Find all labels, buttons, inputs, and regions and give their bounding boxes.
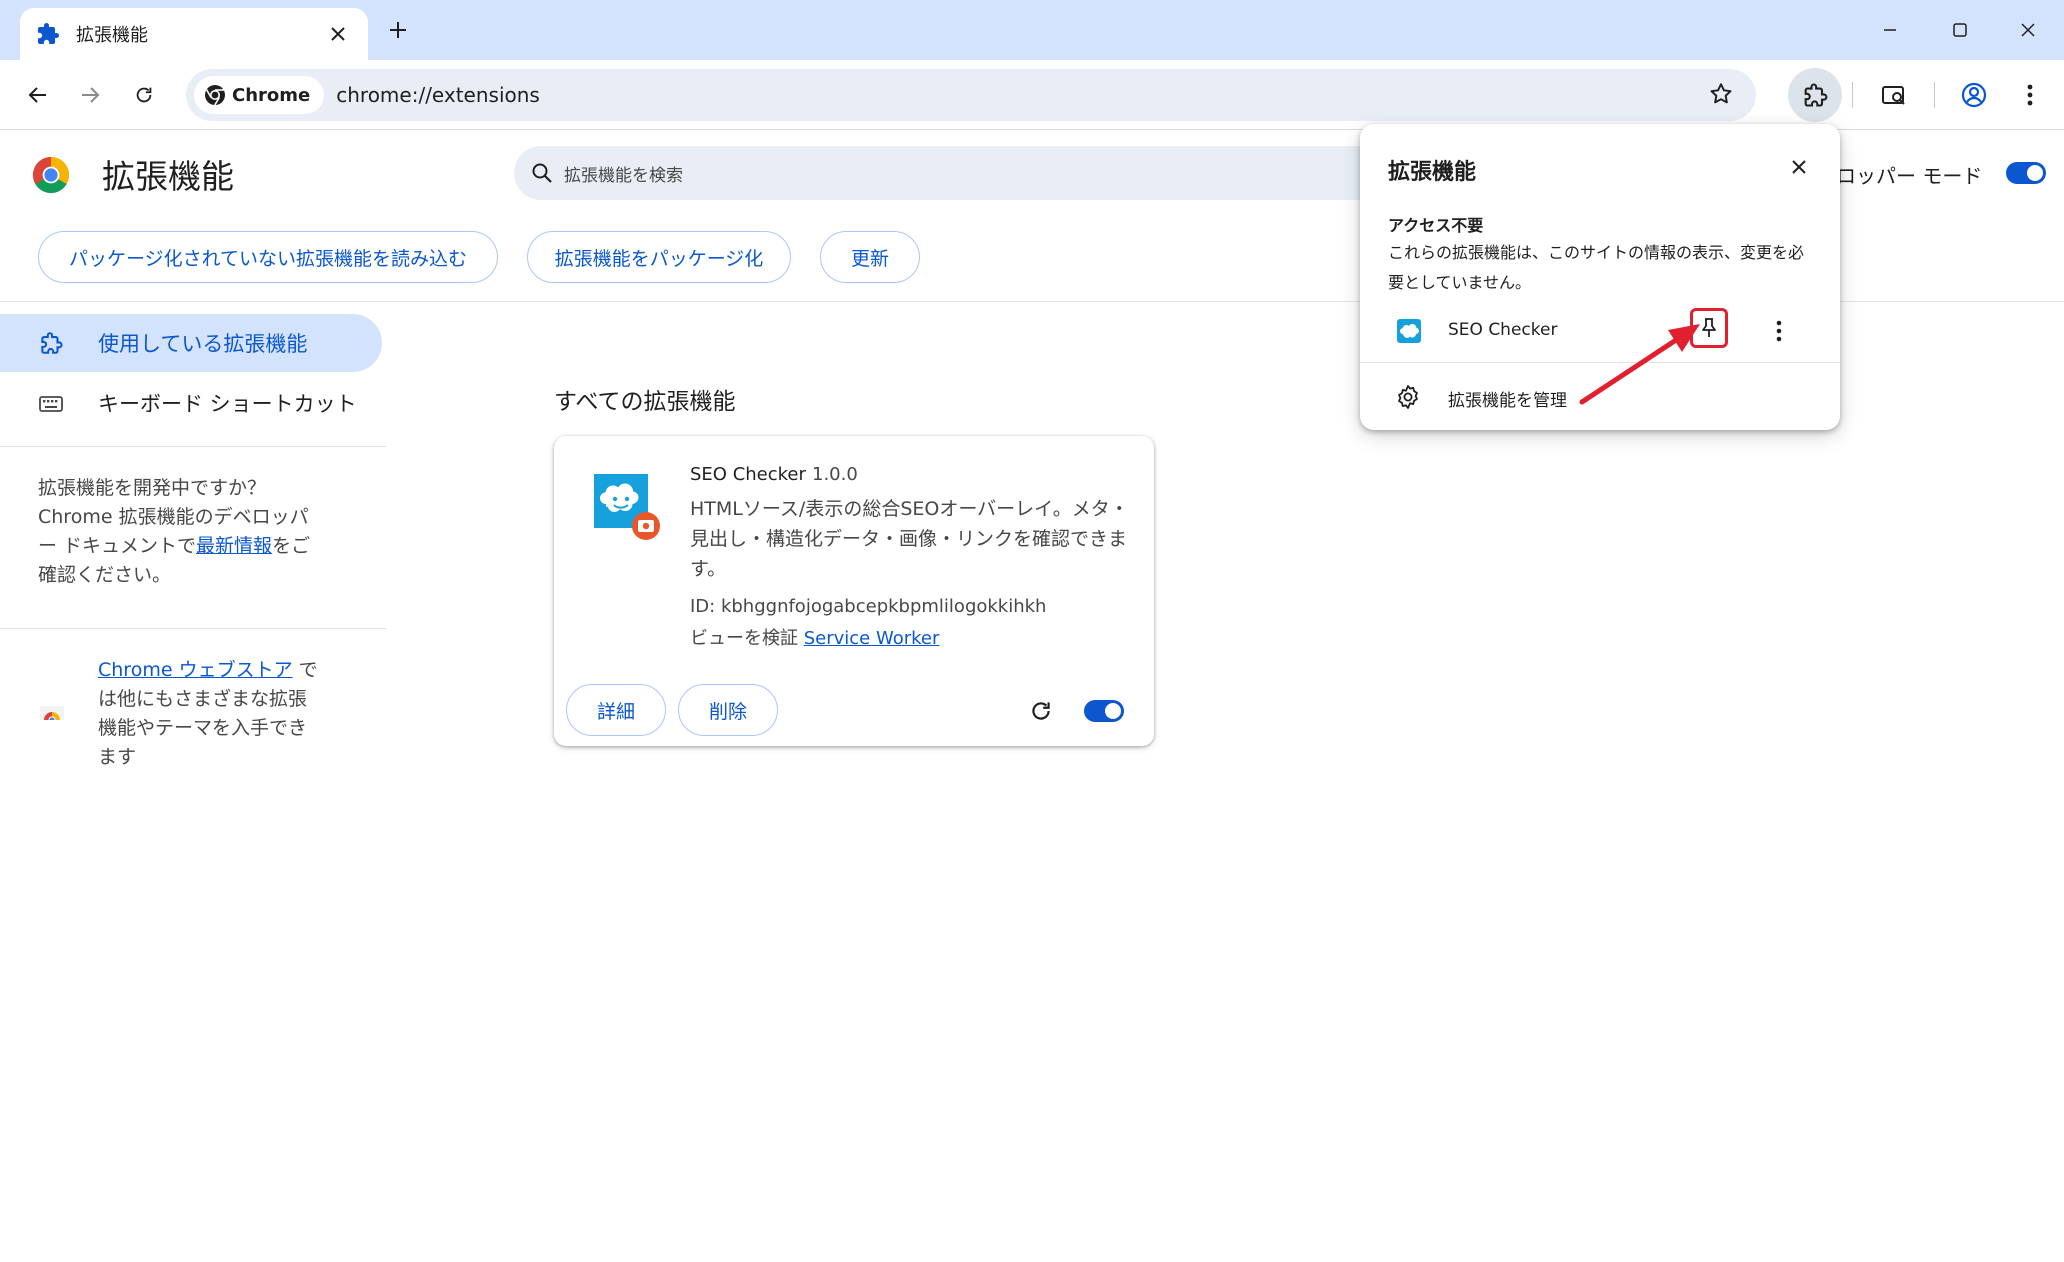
- reload-icon: [136, 87, 152, 103]
- section-title: すべての拡張機能: [554, 389, 736, 415]
- dev-prompt-text: ー ドキュメントで: [38, 535, 197, 557]
- tab-title: 拡張機能: [76, 25, 148, 46]
- inspect-label: ビューを検証: [690, 628, 798, 649]
- dev-prompt-line: 確認ください。: [38, 564, 172, 586]
- close-window-button[interactable]: [1996, 10, 2060, 50]
- profile-button[interactable]: [1954, 75, 1994, 115]
- pin-button[interactable]: [1690, 308, 1728, 348]
- webstore-prompt: Chrome ウェブストア で は他にもさまざまな拡張 機能やテーマを入手でき …: [98, 656, 348, 772]
- seo-checker-icon: [1397, 319, 1421, 343]
- extension-description: HTMLソース/表示の総合SEOオーバーレイ。メタ・見出し・構造化データ・画像・…: [690, 498, 1129, 580]
- extension-enable-toggle[interactable]: [1084, 700, 1124, 722]
- latest-info-link[interactable]: 最新情報: [196, 535, 272, 557]
- extension-search-bar[interactable]: 拡張機能を検索: [514, 146, 1414, 200]
- more-vert-icon[interactable]: [1764, 316, 1794, 346]
- arrow-left-icon: [28, 87, 46, 103]
- arrow-right-icon: [82, 87, 100, 103]
- close-icon[interactable]: [1784, 152, 1814, 182]
- remove-button[interactable]: 削除: [678, 684, 778, 736]
- webstore-icon: [40, 706, 64, 726]
- extension-id: ID: kbhggnfojogabcepkbpmlilogokkihkh: [690, 596, 1047, 617]
- puzzle-icon: [1804, 83, 1828, 107]
- chrome-logo-icon: [205, 85, 225, 106]
- bookmark-star-icon[interactable]: [1708, 81, 1734, 111]
- tab-search-button[interactable]: [1874, 75, 1914, 115]
- back-button[interactable]: [18, 75, 58, 115]
- extensions-toolbar-button[interactable]: [1788, 68, 1842, 122]
- maximize-button[interactable]: [1928, 10, 1992, 50]
- sidebar-divider: [0, 628, 386, 629]
- sidebar-item-label: 使用している拡張機能: [98, 332, 308, 356]
- service-worker-link[interactable]: Service Worker: [804, 628, 940, 649]
- webstore-line: Chrome ウェブストア で: [98, 656, 348, 685]
- update-button[interactable]: 更新: [820, 231, 920, 283]
- site-info-chip[interactable]: Chrome: [194, 76, 325, 114]
- gear-icon: [1398, 385, 1418, 409]
- search-placeholder: 拡張機能を検索: [564, 165, 683, 186]
- more-vert-icon: [2027, 84, 2033, 106]
- sidebar-item-my-extensions[interactable]: 使用している拡張機能: [0, 314, 382, 372]
- pin-icon: [1702, 318, 1716, 337]
- toolbar: Chrome chrome://extensions: [0, 60, 2064, 130]
- tab-strip: 拡張機能: [0, 0, 2064, 60]
- dev-prompt-line: Chrome 拡張機能のデベロッパ: [38, 506, 309, 528]
- chrome-logo-icon: [32, 157, 70, 194]
- tab-close-icon[interactable]: [324, 20, 352, 48]
- dev-prompt-line: 拡張機能を開発中ですか？: [38, 477, 267, 499]
- reload-icon[interactable]: [1028, 698, 1054, 724]
- tab-search-icon: [1882, 86, 1905, 105]
- popup-section-title: アクセス不要: [1388, 216, 1484, 235]
- inspect-views: ビューを検証 Service Worker: [690, 624, 939, 650]
- popup-divider: [1360, 362, 1840, 363]
- popup-title: 拡張機能: [1388, 160, 1477, 185]
- minimize-button[interactable]: [1858, 10, 1922, 50]
- profile-icon: [1961, 82, 1987, 108]
- tab-extensions[interactable]: 拡張機能: [20, 8, 368, 60]
- manage-extensions-link[interactable]: 拡張機能を管理: [1448, 386, 1567, 411]
- details-button[interactable]: 詳細: [566, 684, 666, 736]
- reload-button[interactable]: [124, 75, 164, 115]
- sidebar-item-label: キーボード ショートカット: [98, 392, 357, 416]
- extension-name: SEO Checker: [690, 464, 806, 485]
- toolbar-divider: [1852, 82, 1853, 108]
- chrome-menu-button[interactable]: [2010, 75, 2050, 115]
- puzzle-icon: [38, 23, 59, 44]
- extensions-menu-popup: 拡張機能 アクセス不要 これらの拡張機能は、このサイトの情報の表示、変更を必要と…: [1360, 124, 1840, 430]
- developer-docs-prompt: 拡張機能を開発中ですか？ Chrome 拡張機能のデベロッパ ー ドキュメントで…: [38, 474, 358, 590]
- extension-version: 1.0.0: [812, 464, 858, 485]
- address-bar[interactable]: Chrome chrome://extensions: [186, 69, 1756, 121]
- webstore-line: 機能やテーマを入手でき: [98, 717, 308, 739]
- dev-prompt-text: をご: [272, 535, 311, 557]
- popup-extension-name: SEO Checker: [1448, 320, 1558, 340]
- new-tab-button[interactable]: [382, 14, 414, 46]
- load-unpacked-button[interactable]: パッケージ化されていない拡張機能を読み込む: [38, 231, 498, 283]
- extension-card: SEO Checker 1.0.0 HTMLソース/表示の総合SEOオーバーレイ…: [554, 436, 1154, 746]
- dev-prompt-line: ー ドキュメントで最新情報をご: [38, 532, 358, 561]
- url-text[interactable]: chrome://extensions: [336, 83, 540, 107]
- forward-button[interactable]: [70, 75, 110, 115]
- webstore-line: は他にもさまざまな拡張: [98, 688, 308, 710]
- webstore-link[interactable]: Chrome ウェブストア: [98, 659, 293, 681]
- toolbar-divider: [1934, 82, 1935, 108]
- developer-mode-toggle[interactable]: [2006, 162, 2046, 184]
- site-chip-label: Chrome: [232, 84, 311, 106]
- pack-extension-button[interactable]: 拡張機能をパッケージ化: [527, 231, 791, 283]
- keyboard-icon: [39, 396, 63, 412]
- popup-section-description: これらの拡張機能は、このサイトの情報の表示、変更を必要としていません。: [1388, 243, 1805, 292]
- puzzle-icon: [41, 332, 63, 354]
- sidebar-divider: [0, 446, 386, 447]
- page-title: 拡張機能: [102, 157, 234, 196]
- sidebar-item-keyboard-shortcuts[interactable]: キーボード ショートカット: [0, 374, 382, 432]
- seo-checker-icon: [594, 474, 660, 540]
- developer-mode-label: ロッパー モード: [1836, 164, 1983, 188]
- webstore-text: で: [292, 659, 318, 681]
- webstore-line: ます: [98, 746, 137, 768]
- search-icon: [532, 163, 552, 183]
